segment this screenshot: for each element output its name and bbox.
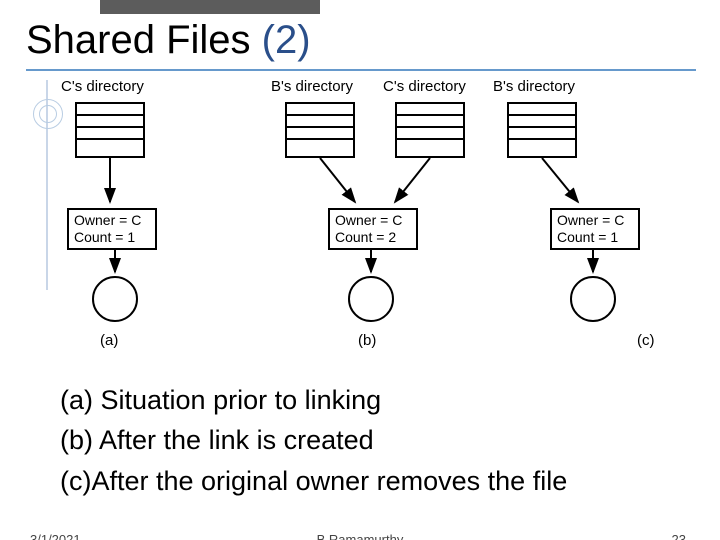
diagram-area: C's directory Owner = C Count = 1 (a) B'… [65, 78, 685, 358]
filecircle-a [92, 276, 138, 322]
ownerbox-b: Owner = C Count = 2 [328, 208, 418, 250]
footer-author: B.Ramamurthy [0, 532, 720, 540]
page-title: Shared Files (2) [26, 18, 311, 62]
dirbox-c-b [395, 102, 465, 158]
filecircle-b [348, 276, 394, 322]
title-wrap: Shared Files (2) [26, 18, 696, 71]
dirlabel-b-b: B's directory [271, 78, 353, 95]
ownerbox-c: Owner = C Count = 1 [550, 208, 640, 250]
title-main: Shared Files [26, 18, 262, 62]
filecircle-c [570, 276, 616, 322]
count-line-c: Count = 1 [557, 229, 633, 246]
title-paren: (2) [262, 18, 311, 62]
body-line-a: (a) Situation prior to linking [60, 382, 567, 418]
dirlabel-b-c: B's directory [493, 78, 575, 95]
dirlabel-c-a: C's directory [61, 78, 144, 95]
dirbox-b-b [285, 102, 355, 158]
body-line-b: (b) After the link is created [60, 422, 567, 458]
dirlabel-c-b: C's directory [383, 78, 466, 95]
owner-line-c: Owner = C [557, 212, 633, 229]
dirbox-b-c [507, 102, 577, 158]
slide: Shared Files (2) C's directory [0, 0, 720, 540]
decor-topbar [100, 0, 320, 14]
caption-a: (a) [100, 332, 118, 349]
body-text: (a) Situation prior to linking (b) After… [60, 382, 567, 503]
caption-b: (b) [358, 332, 376, 349]
footer-page: 23 [672, 532, 686, 540]
count-line-b: Count = 2 [335, 229, 411, 246]
dirbox-c-a [75, 102, 145, 158]
decor-ring-inner [39, 105, 57, 123]
owner-line-a: Owner = C [74, 212, 150, 229]
owner-line-b: Owner = C [335, 212, 411, 229]
caption-c: (c) [637, 332, 655, 349]
body-line-c: (c)After the original owner removes the … [60, 463, 567, 499]
ownerbox-a: Owner = C Count = 1 [67, 208, 157, 250]
count-line-a: Count = 1 [74, 229, 150, 246]
